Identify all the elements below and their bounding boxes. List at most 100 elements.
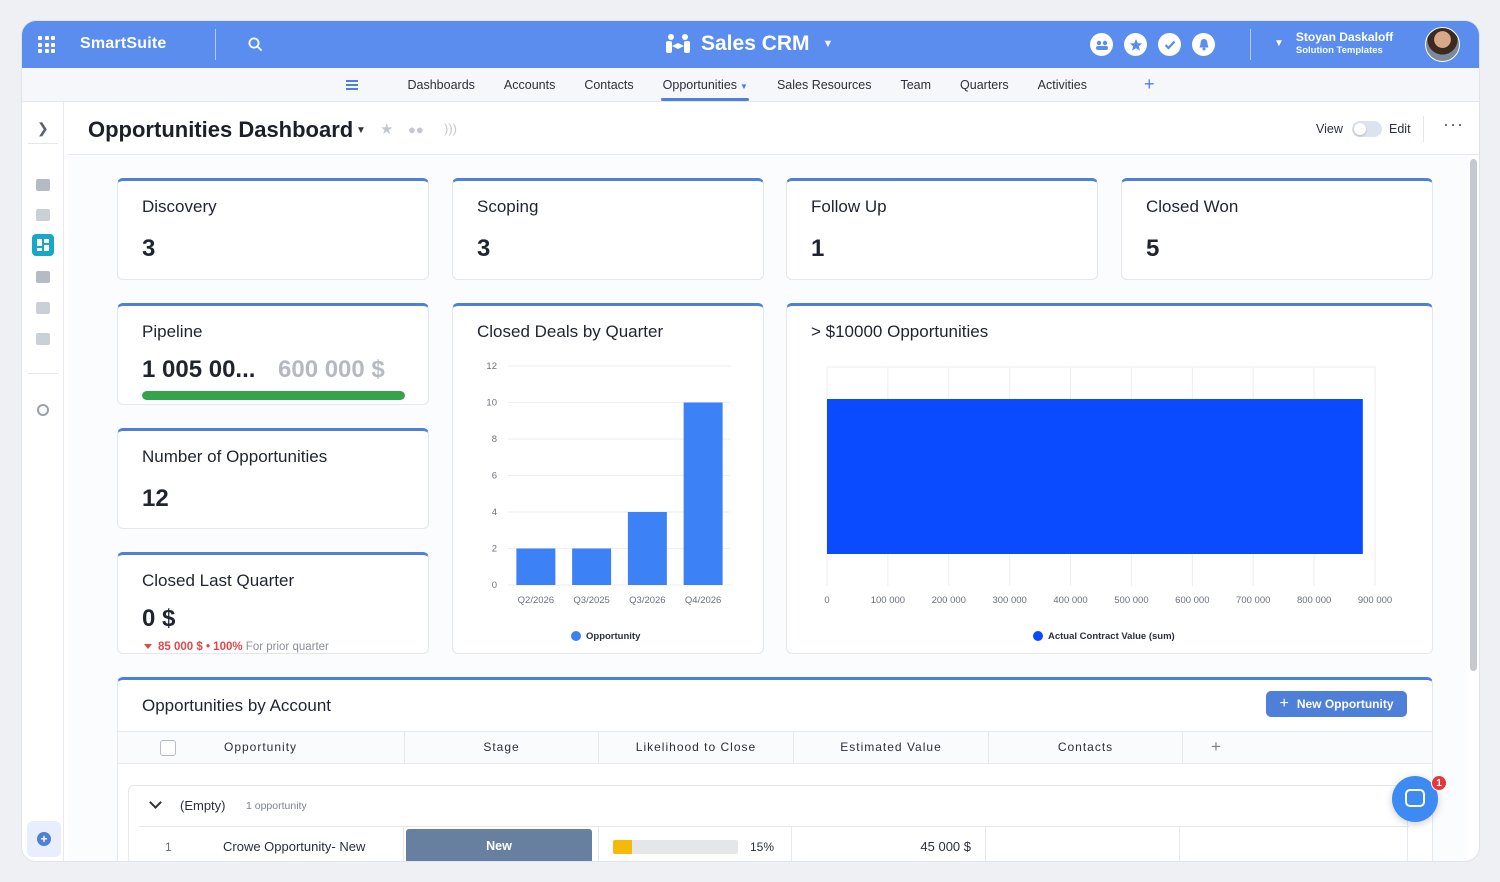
- closed-deals-chart-card[interactable]: Closed Deals by Quarter 0 2 4 6 8 10 12 Q2/2026…: [452, 303, 764, 654]
- add-column-button[interactable]: +: [1211, 737, 1221, 757]
- column-header[interactable]: Stage: [405, 732, 599, 763]
- contacts-cell[interactable]: [986, 827, 1180, 861]
- brand-name[interactable]: SmartSuite: [80, 35, 166, 53]
- opportunities-table-card: Opportunities by Account + New Opportuni…: [117, 677, 1433, 861]
- tab-activities[interactable]: Activities: [1023, 68, 1101, 102]
- favorite-star-icon[interactable]: ★: [380, 120, 393, 138]
- user-menu[interactable]: ▼ Stoyan Daskaloff Solution Templates: [1274, 30, 1393, 56]
- num-opportunities-card[interactable]: Number of Opportunities 12: [117, 428, 429, 529]
- y-tick-label: 10: [486, 398, 497, 409]
- page-header: Opportunities Dashboard ▼ ★ ●● ))) View …: [68, 102, 1479, 155]
- bell-icon[interactable]: [1192, 33, 1215, 56]
- menu-icon[interactable]: [346, 80, 358, 90]
- column-header[interactable]: Opportunity: [118, 732, 405, 763]
- pipeline-target: 600 000 $: [278, 356, 385, 383]
- pipeline-card[interactable]: Pipeline 1 005 00... 600 000 $: [117, 303, 429, 405]
- new-opportunity-button[interactable]: + New Opportunity: [1266, 691, 1407, 717]
- tab-contacts[interactable]: Contacts: [570, 68, 648, 102]
- tab-bar: Dashboards Accounts Contacts Opportunities ▼…: [22, 68, 1479, 102]
- checkmark-icon[interactable]: [1158, 33, 1181, 56]
- tab-dashboards[interactable]: Dashboards: [393, 68, 489, 102]
- closed-last-quarter-card[interactable]: Closed Last Quarter 0 $ 85 000 $ • 100% …: [117, 552, 429, 654]
- y-tick-label: 12: [486, 361, 497, 372]
- down-arrow-icon: [144, 644, 152, 649]
- more-options-icon[interactable]: ···: [1443, 114, 1464, 135]
- apps-grid-icon[interactable]: [38, 36, 55, 53]
- dashboard-icon[interactable]: [32, 234, 54, 256]
- tab-quarters[interactable]: Quarters: [946, 68, 1024, 102]
- star-icon[interactable]: [1124, 33, 1147, 56]
- legend-label: Actual Contract Value (sum): [1048, 631, 1175, 642]
- folder-icon[interactable]: [36, 179, 50, 191]
- share-users-icon[interactable]: ●●: [408, 122, 424, 137]
- scrollbar[interactable]: [1470, 159, 1477, 671]
- plus-icon: +: [1279, 695, 1289, 712]
- big-opportunities-chart-card[interactable]: > $10000 Opportunities 0 100 000 200 000 30…: [786, 303, 1433, 654]
- y-tick-label: 0: [492, 580, 497, 591]
- chevron-down-icon[interactable]: ▼: [356, 125, 366, 136]
- x-tick-label: 200 000: [932, 595, 966, 606]
- add-view-button[interactable]: +: [27, 821, 61, 857]
- add-tab-button[interactable]: +: [1144, 74, 1155, 95]
- table-row[interactable]: 1 Crowe Opportunity- New New 15% 45 000 …: [139, 826, 1409, 861]
- stat-card-discovery[interactable]: Discovery 3: [117, 178, 429, 280]
- chevron-down-icon: ▼: [1274, 37, 1284, 49]
- help-icon[interactable]: [37, 404, 49, 416]
- x-tick-label: 0: [824, 595, 829, 606]
- chevron-right-icon[interactable]: ❯: [37, 120, 49, 137]
- stat-card-scoping[interactable]: Scoping 3: [452, 178, 764, 280]
- row-number: 1: [165, 840, 172, 854]
- tab-sales-resources[interactable]: Sales Resources: [762, 68, 886, 102]
- tab-label: Quarters: [960, 78, 1009, 92]
- column-header[interactable]: Contacts: [989, 732, 1183, 763]
- team-icon[interactable]: [1090, 33, 1113, 56]
- view-edit-toggle[interactable]: [1352, 121, 1382, 137]
- column-header[interactable]: Estimated Value: [794, 732, 989, 763]
- num-opportunities-title: Number of Opportunities: [142, 447, 328, 466]
- stage-badge[interactable]: New: [406, 829, 592, 861]
- tab-label: Opportunities: [662, 78, 738, 92]
- x-tick-label: 800 000: [1297, 595, 1331, 606]
- table-header: Opportunity Stage Likelihood to Close Es…: [118, 731, 1432, 764]
- tab-team[interactable]: Team: [886, 68, 946, 102]
- view-mode-label: View: [1316, 122, 1343, 136]
- x-tick-label: 400 000: [1053, 595, 1087, 606]
- likelihood-value: 15%: [750, 840, 775, 854]
- tab-opportunities[interactable]: Opportunities ▼: [648, 68, 762, 102]
- quarter-delta: 85 000 $ • 100% For prior quarter: [144, 641, 329, 653]
- tab-list: Dashboards Accounts Contacts Opportunities ▼…: [393, 68, 1102, 102]
- stat-card-closed-won[interactable]: Closed Won 5: [1121, 178, 1433, 280]
- stat-label: Discovery: [142, 197, 217, 216]
- stat-label: Scoping: [477, 197, 539, 216]
- x-tick-label: 900 000: [1358, 595, 1392, 606]
- edit-mode-label: Edit: [1389, 122, 1411, 136]
- stat-card-follow-up[interactable]: Follow Up 1: [786, 178, 1098, 280]
- y-tick-label: 2: [492, 544, 497, 555]
- stat-label: Closed Won: [1146, 197, 1239, 216]
- estimated-value-cell[interactable]: 45 000 $: [792, 827, 986, 861]
- table-title: Opportunities by Account: [142, 696, 332, 715]
- num-opportunities-value: 12: [142, 485, 169, 512]
- calendar-icon[interactable]: [36, 302, 50, 314]
- rss-icon[interactable]: ))): [444, 121, 457, 136]
- tab-accounts[interactable]: Accounts: [489, 68, 569, 102]
- chevron-down-icon[interactable]: [149, 796, 162, 809]
- y-tick-label: 4: [492, 507, 497, 518]
- big-opportunities-chart: 0 100 000 200 000 300 000 400 000 500 000 600 …: [824, 366, 1392, 642]
- solution-title[interactable]: Sales CRM ▼: [664, 32, 833, 56]
- search-icon[interactable]: [248, 37, 262, 51]
- closed-last-quarter-value: 0 $: [142, 605, 176, 632]
- chevron-down-icon: ▼: [822, 38, 834, 50]
- map-icon[interactable]: [36, 333, 50, 345]
- sidebar: ❯ +: [22, 102, 64, 861]
- grid-view-icon[interactable]: [36, 209, 50, 221]
- kanban-icon[interactable]: [36, 271, 50, 283]
- x-tick-label: Q4/2026: [685, 595, 721, 606]
- opportunity-cell[interactable]: 1 Crowe Opportunity- New: [139, 827, 404, 861]
- x-tick-label: 600 000: [1175, 595, 1209, 606]
- column-header[interactable]: Likelihood to Close: [599, 732, 794, 763]
- avatar[interactable]: [1425, 27, 1460, 62]
- bar: [627, 512, 667, 585]
- chat-badge: 1: [1431, 775, 1447, 791]
- x-tick-label: 500 000: [1114, 595, 1148, 606]
